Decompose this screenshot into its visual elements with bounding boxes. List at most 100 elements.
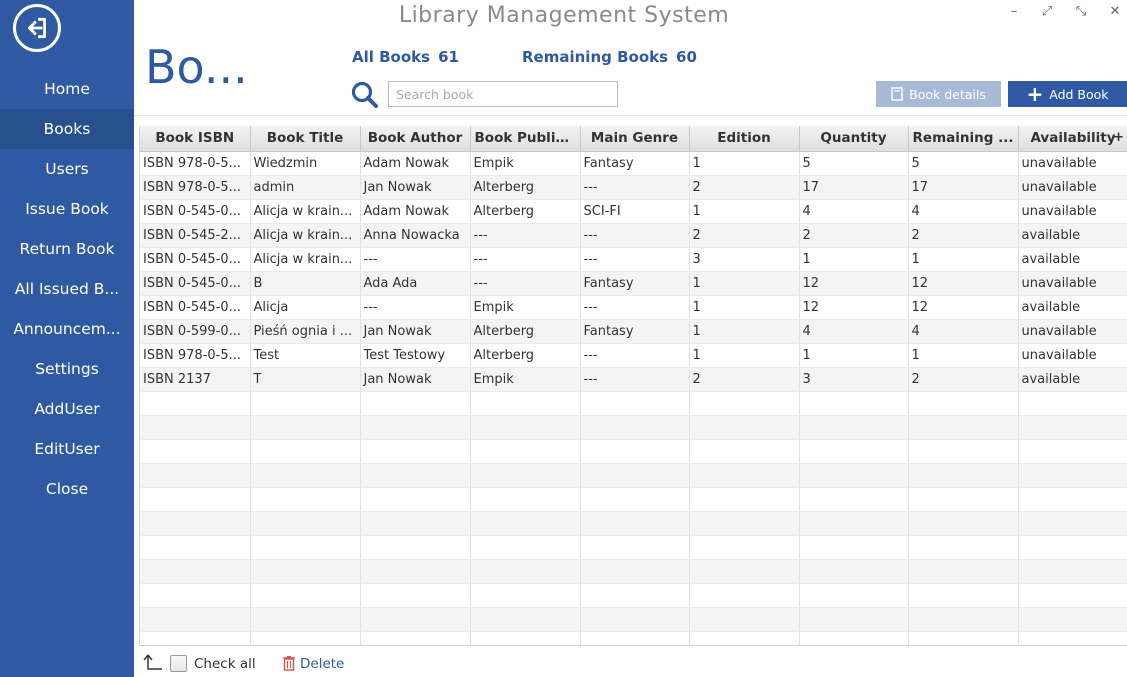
column-header[interactable]: Availability <box>1018 126 1127 152</box>
search-icon[interactable] <box>350 80 380 110</box>
table-cell: --- <box>470 223 581 248</box>
table-cell <box>470 487 581 512</box>
book-details-button[interactable]: Book details <box>876 81 1001 107</box>
table-cell: available <box>1018 295 1127 320</box>
table-row[interactable]: ISBN 0-545-0... Alicja --- Empik --- 1 12 12 ava… <box>140 295 1127 320</box>
table-row[interactable]: ISBN 2137 T Jan Nowak Empik --- 2 3 2 available <box>140 367 1127 392</box>
table-cell: admin <box>250 175 361 200</box>
table-cell: 12 <box>908 271 1019 296</box>
sidebar-item-issue-book[interactable]: Issue Book <box>0 189 134 229</box>
all-books-label: All Books <box>352 48 431 66</box>
table-cell <box>140 559 251 584</box>
column-header[interactable]: Edition <box>689 126 800 152</box>
table-row[interactable]: ISBN 0-545-0... Alicja w krain... Adam Now… <box>140 199 1127 224</box>
table-cell: ISBN 0-545-0... <box>140 199 251 224</box>
table-cell <box>580 487 690 512</box>
column-header[interactable]: Book Author <box>360 126 471 152</box>
table-cell: 17 <box>799 175 909 200</box>
empty-row <box>140 583 1127 608</box>
table-cell <box>140 631 251 645</box>
table-cell <box>140 535 251 560</box>
back-button[interactable] <box>13 4 61 52</box>
column-header[interactable]: Book Publis... <box>470 126 581 152</box>
table-cell: --- <box>470 271 581 296</box>
table-cell: unavailable <box>1018 151 1127 176</box>
close-button[interactable]: ✕ <box>1105 2 1125 22</box>
table-cell: unavailable <box>1018 319 1127 344</box>
table-cell <box>140 415 251 440</box>
table-row[interactable]: ISBN 978-0-5... Test Test Testowy Alterberg… <box>140 343 1127 368</box>
table-cell: 4 <box>799 319 909 344</box>
table-cell: Alicja w krain... <box>250 199 361 224</box>
table-cell <box>250 607 361 632</box>
table-cell <box>250 415 361 440</box>
table-cell: Ada Ada <box>360 271 471 296</box>
table-cell: Test <box>250 343 361 368</box>
column-header[interactable]: Book ISBN <box>140 126 251 152</box>
table-row[interactable]: ISBN 0-545-0... B Ada Ada --- Fantasy 1 12 12 un… <box>140 271 1127 296</box>
sidebar-item-adduser[interactable]: AddUser <box>0 389 134 429</box>
restore-button[interactable]: ⤡ <box>1071 2 1091 22</box>
table-cell <box>140 583 251 608</box>
table-cell: 2 <box>799 223 909 248</box>
table-cell: ISBN 2137 <box>140 367 251 392</box>
remaining-books-count: 60 <box>676 48 697 66</box>
table-row[interactable]: ISBN 0-545-2... Alicja w krain... Anna Now… <box>140 223 1127 248</box>
empty-row <box>140 559 1127 584</box>
search-input[interactable] <box>388 81 618 107</box>
column-header[interactable]: Main Genre <box>580 126 690 152</box>
table-cell <box>580 607 690 632</box>
table-cell <box>580 559 690 584</box>
sidebar-item-books[interactable]: Books <box>0 109 134 149</box>
table-cell <box>689 583 800 608</box>
empty-row <box>140 487 1127 512</box>
table-cell: 1 <box>689 151 800 176</box>
sidebar-item-users[interactable]: Users <box>0 149 134 189</box>
sidebar-item-edituser[interactable]: EditUser <box>0 429 134 469</box>
table-cell: 5 <box>799 151 909 176</box>
table-cell <box>470 415 581 440</box>
table-cell <box>470 391 581 416</box>
table-row[interactable]: ISBN 978-0-5... Wiedzmin Adam Nowak Empik Fa… <box>140 151 1127 176</box>
trash-icon[interactable] <box>282 655 296 671</box>
table-cell <box>250 391 361 416</box>
sidebar-item-close[interactable]: Close <box>0 469 134 509</box>
table-cell: --- <box>580 223 690 248</box>
column-header[interactable]: Book Title <box>250 126 361 152</box>
sidebar-item-settings[interactable]: Settings <box>0 349 134 389</box>
table-cell: Alicja w krain... <box>250 247 361 272</box>
table-row[interactable]: ISBN 0-599-0... Pieśń ognia i ... Jan Nowa… <box>140 319 1127 344</box>
table-cell <box>689 631 800 645</box>
sidebar: Home Books Users Issue Book Return Book All I… <box>0 0 134 677</box>
check-all-checkbox[interactable] <box>170 655 187 672</box>
table-row[interactable]: ISBN 0-545-0... Alicja w krain... --- --- --… <box>140 247 1127 272</box>
table-cell <box>470 463 581 488</box>
table-cell <box>470 559 581 584</box>
delete-button[interactable]: Delete <box>300 656 344 672</box>
table-row[interactable]: ISBN 978-0-5... admin Jan Nowak Alterberg --… <box>140 175 1127 200</box>
table-cell <box>689 559 800 584</box>
table-cell: 1 <box>799 343 909 368</box>
table-cell: 12 <box>799 295 909 320</box>
sidebar-item-all-issued-b[interactable]: All Issued B... <box>0 269 134 309</box>
maximize-button[interactable]: ⤢ <box>1037 2 1057 22</box>
check-all-label[interactable]: Check all <box>194 656 256 672</box>
table-cell <box>580 439 690 464</box>
minimize-button[interactable]: – <box>1004 2 1024 22</box>
table-cell <box>140 463 251 488</box>
table-cell: 1 <box>689 295 800 320</box>
table-cell: B <box>250 271 361 296</box>
column-header[interactable]: Remaining ... <box>908 126 1019 152</box>
books-table: + Book ISBN Book Title Book Author Book Pub… <box>139 126 1127 646</box>
column-header[interactable]: Quantity <box>799 126 909 152</box>
select-arrow-icon[interactable] <box>142 652 164 674</box>
table-cell <box>689 535 800 560</box>
sidebar-item-announcem[interactable]: Announcem... <box>0 309 134 349</box>
table-cell <box>580 511 690 536</box>
sidebar-item-home[interactable]: Home <box>0 69 134 109</box>
table-cell: --- <box>360 295 471 320</box>
sidebar-item-return-book[interactable]: Return Book <box>0 229 134 269</box>
table-cell: available <box>1018 367 1127 392</box>
add-book-button[interactable]: + Add Book <box>1008 81 1127 107</box>
column-menu-button[interactable]: + <box>1113 130 1124 145</box>
